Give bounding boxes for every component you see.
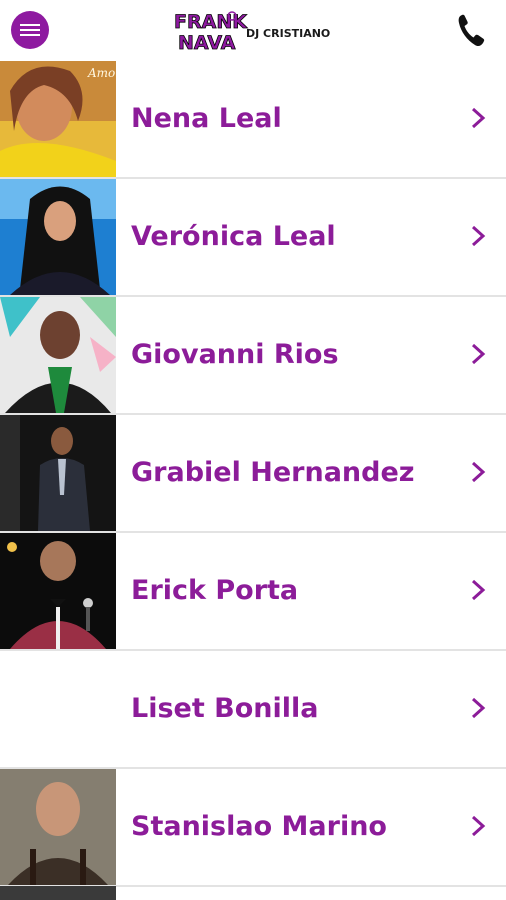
- chevron-right-icon: [471, 107, 486, 129]
- artist-row[interactable]: Liset Bonilla: [0, 651, 506, 769]
- artist-photo: [0, 415, 116, 531]
- menu-button[interactable]: [11, 11, 49, 49]
- artist-row[interactable]: Grabiel Hernandez: [0, 415, 506, 533]
- chevron-right-icon: [471, 225, 486, 247]
- artist-row[interactable]: Erick Porta: [0, 533, 506, 651]
- chevron-right-icon: [471, 343, 486, 365]
- artist-photo: [0, 297, 116, 413]
- artist-row[interactable]: Giovanni Rios: [0, 297, 506, 415]
- artist-photo: Amo: [0, 61, 116, 177]
- chevron-right-icon: [471, 815, 486, 837]
- top-bar: FRANK NAVA DJ CRISTIANO: [0, 0, 506, 60]
- artist-row[interactable]: Stanislao Marino: [0, 769, 506, 887]
- artist-name: Grabiel Hernandez: [131, 457, 415, 488]
- app-logo: FRANK NAVA DJ CRISTIANO: [170, 8, 360, 54]
- artist-name: Giovanni Rios: [131, 339, 339, 370]
- svg-text:Amo: Amo: [87, 66, 115, 80]
- artist-photo: [0, 179, 116, 295]
- artist-name: Nena Leal: [131, 103, 282, 134]
- artist-name: Verónica Leal: [131, 221, 336, 252]
- phone-icon: [458, 14, 485, 47]
- artist-row[interactable]: Amo Nena Leal: [0, 61, 506, 179]
- artist-list: Amo Nena Leal Verónica Leal Giovanni Rio…: [0, 61, 506, 887]
- artist-row[interactable]: Verónica Leal: [0, 179, 506, 297]
- app-screen: FRANK NAVA DJ CRISTIANO Amo Nena Leal Ve…: [0, 0, 506, 900]
- artist-photo-empty: [0, 651, 116, 767]
- logo-line2: NAVA: [178, 32, 236, 54]
- logo-subtitle: DJ CRISTIANO: [246, 27, 330, 40]
- call-button[interactable]: [456, 12, 488, 48]
- chevron-right-icon: [471, 461, 486, 483]
- logo-line1: FRANK: [174, 11, 248, 33]
- next-artist-photo-partial: [0, 886, 116, 900]
- hamburger-menu-icon: [20, 24, 40, 36]
- chevron-right-icon: [471, 579, 486, 601]
- artist-name: Liset Bonilla: [131, 693, 319, 724]
- artist-photo: [0, 769, 116, 885]
- artist-name: Erick Porta: [131, 575, 299, 606]
- artist-photo: [0, 533, 116, 649]
- chevron-right-icon: [471, 697, 486, 719]
- artist-name: Stanislao Marino: [131, 811, 387, 842]
